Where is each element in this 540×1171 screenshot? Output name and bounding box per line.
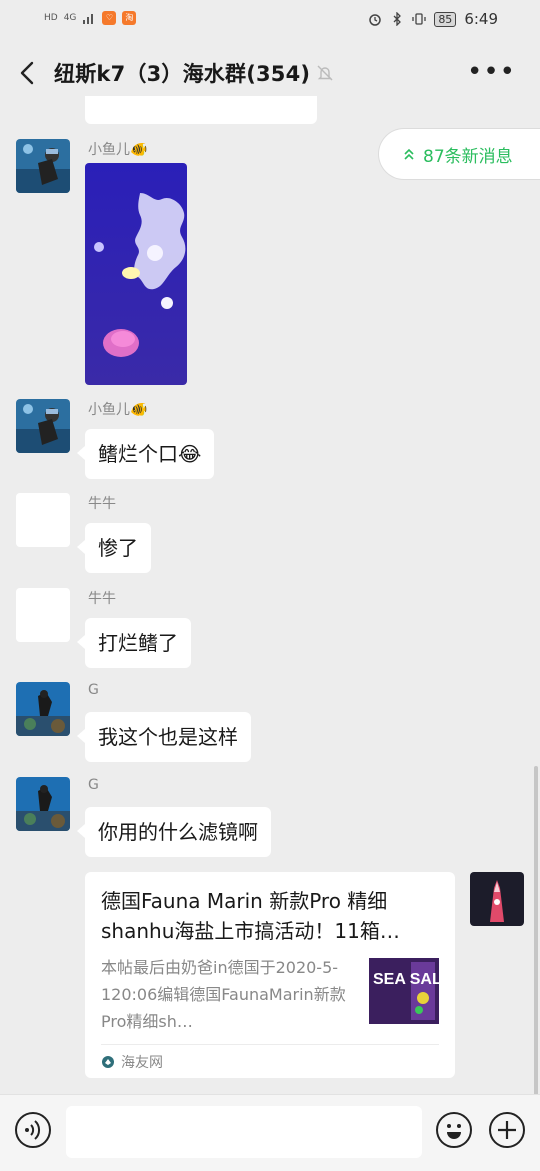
status-bar: HD 4G ♡ 淘 85 6:49 <box>0 0 540 40</box>
message-bubble[interactable]: 惨了 <box>77 523 151 573</box>
image-message[interactable] <box>85 163 187 385</box>
input-bar <box>0 1094 540 1171</box>
sender-name: 牛牛 <box>88 591 116 607</box>
source-name: 海友网 <box>121 1055 163 1071</box>
avatar[interactable] <box>16 399 70 453</box>
network-badge: 4G <box>63 12 77 23</box>
previous-message-bubble[interactable] <box>85 96 317 124</box>
bluetooth-icon <box>393 12 402 26</box>
sender-name: G <box>88 682 99 698</box>
emoji-icon[interactable] <box>436 1112 472 1148</box>
sender-name: 牛牛 <box>88 496 116 512</box>
message-input[interactable] <box>66 1106 422 1158</box>
alarm-icon <box>369 14 382 26</box>
link-card-thumbnail: SEA SALT <box>369 958 439 1024</box>
chat-title: 纽斯k7（3）海水群(354) <box>54 62 311 86</box>
battery-level: 85 <box>434 11 457 27</box>
avatar[interactable] <box>16 493 70 547</box>
sender-name: 小鱼儿🐠 <box>88 402 148 418</box>
divider <box>101 1044 439 1045</box>
hd-badge: HD <box>44 12 58 23</box>
clock: 6:49 <box>464 10 498 28</box>
avatar[interactable] <box>16 588 70 642</box>
app-notification-icon: ♡ <box>102 11 117 25</box>
bell-off-icon <box>317 65 333 81</box>
link-card-description: 本帖最后由奶爸in德国于2020-5-120:06编辑德国FaunaMarin新… <box>101 958 346 1031</box>
signal-icon <box>83 14 94 24</box>
avatar[interactable] <box>16 682 70 736</box>
taobao-icon: 淘 <box>122 11 137 25</box>
more-dots-icon[interactable]: ••• <box>467 59 516 85</box>
sender-name: 小鱼儿🐠 <box>88 142 148 158</box>
vibrate-icon <box>412 13 426 25</box>
message-bubble[interactable]: 你用的什么滤镜啊 <box>77 807 271 857</box>
scrollbar[interactable] <box>534 766 538 1094</box>
new-messages-label: 87条新消息 <box>423 146 513 167</box>
thumbnail-logo-text: SEA SALT <box>373 971 439 988</box>
avatar[interactable] <box>16 777 70 831</box>
my-avatar[interactable] <box>470 872 524 926</box>
voice-icon[interactable] <box>15 1112 51 1148</box>
source-logo-icon <box>102 1056 114 1068</box>
plus-icon[interactable] <box>489 1112 525 1148</box>
sender-name: G <box>88 777 99 793</box>
message-bubble[interactable]: 鳍烂个口😂 <box>76 429 215 479</box>
double-chevron-up-icon <box>404 148 414 160</box>
link-card-title: 德国Fauna Marin 新款Pro 精细shanhu海盐上市搞活动！11箱… <box>101 889 400 943</box>
message-bubble[interactable]: 打烂鳍了 <box>77 618 191 668</box>
link-card-source: 海友网 <box>101 1052 163 1072</box>
avatar[interactable] <box>16 139 70 193</box>
chevron-left-icon[interactable] <box>16 60 38 86</box>
message-bubble[interactable]: 我这个也是这样 <box>77 712 251 762</box>
new-messages-button[interactable]: 87条新消息 <box>378 128 540 180</box>
link-card[interactable]: 德国Fauna Marin 新款Pro 精细shanhu海盐上市搞活动！11箱…… <box>85 872 455 1078</box>
